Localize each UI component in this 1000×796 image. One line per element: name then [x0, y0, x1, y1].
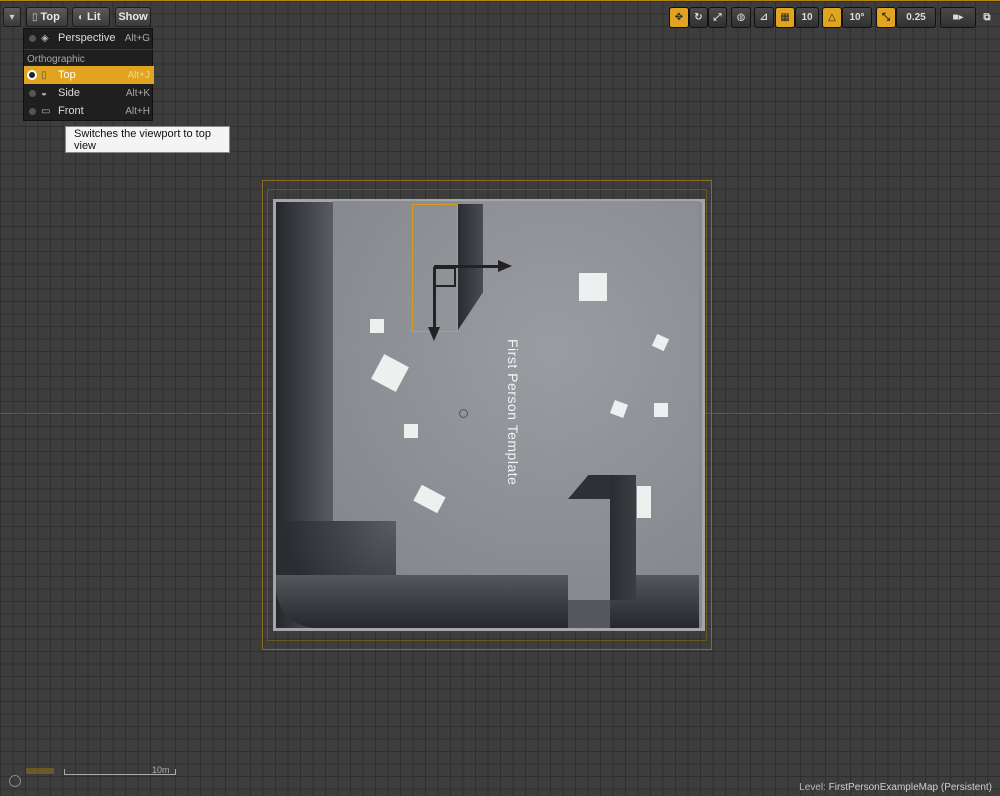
rotate-tool-button[interactable]: ↻ — [689, 7, 708, 28]
gizmo-plane-handle[interactable] — [434, 267, 456, 287]
angle-icon: △ — [828, 12, 836, 23]
menu-item-side[interactable]: ◒ Side Alt+K — [24, 84, 154, 102]
menu-item-top[interactable]: ▯ Top Alt+J — [24, 66, 154, 84]
view-mode-button[interactable]: ▯ Top — [26, 7, 68, 27]
cube-actor[interactable] — [579, 273, 607, 301]
player-start-icon[interactable] — [459, 409, 468, 418]
rotate-icon: ↻ — [694, 12, 703, 23]
viewport-options-button[interactable]: ▾ — [3, 7, 21, 27]
move-icon: ✥ — [674, 12, 684, 23]
scale-bar-label: 10m — [152, 765, 170, 775]
scale-tool-button[interactable]: ⤢ — [708, 7, 727, 28]
rotation-snap-value[interactable]: 10° — [842, 7, 872, 28]
lighting-mode-button[interactable]: ◐ Lit — [72, 7, 110, 27]
menu-item-front[interactable]: ▭ Front Alt+H — [24, 102, 154, 120]
radio-icon — [29, 34, 36, 42]
editor-viewport[interactable]: First Person Template ▾ ▯ Top ◐ Lit Show… — [0, 0, 1000, 796]
scale-snap-icon: ⤡ — [882, 12, 890, 23]
menu-section-header: Orthographic — [27, 54, 85, 65]
gizmo-x-arrow-icon[interactable] — [498, 260, 512, 272]
view-mode-label: Top — [40, 11, 60, 23]
translate-tool-button[interactable]: ✥ — [669, 7, 689, 28]
menu-item-perspective[interactable]: ◈ Perspective Alt+G — [24, 29, 154, 47]
perspective-icon: ◈ — [41, 32, 49, 44]
view-mode-menu: ◈ Perspective Alt+G Orthographic ▯ Top A… — [23, 28, 154, 121]
scale-snap-value[interactable]: 0.25 — [896, 7, 936, 28]
scale-icon: ⤢ — [713, 12, 722, 23]
scale-bar-marker — [26, 768, 54, 774]
chevron-down-icon: ▾ — [9, 11, 15, 23]
cube-actor[interactable] — [370, 319, 384, 333]
cube-actor[interactable] — [654, 403, 668, 417]
grid-snap-toggle[interactable]: ▦ — [775, 7, 795, 28]
grid-icon: ▦ — [780, 12, 790, 23]
show-flags-label: Show — [118, 11, 148, 23]
gizmo-y-axis[interactable] — [433, 267, 436, 329]
camera-speed-button[interactable]: ■▸ — [940, 7, 976, 28]
maximize-icon: ⧉ — [983, 12, 991, 23]
coordinate-system-button[interactable]: ◍ — [731, 7, 751, 28]
level-status-text: Level: FirstPersonExampleMap (Persistent… — [799, 782, 992, 793]
radio-icon — [29, 89, 36, 97]
menu-separator — [24, 49, 154, 50]
wall-bottom[interactable] — [276, 575, 568, 628]
level-name: FirstPersonExampleMap (Persistent) — [828, 782, 992, 793]
ramp-column[interactable] — [610, 475, 636, 600]
gizmo-x-axis[interactable] — [434, 265, 500, 268]
front-view-icon: ▭ — [41, 105, 51, 117]
side-view-icon: ◒ — [41, 87, 48, 99]
radio-selected-icon — [27, 70, 37, 80]
gizmo-y-arrow-icon[interactable] — [428, 327, 440, 341]
camera-icon: ■▸ — [952, 12, 964, 23]
wall-gap — [568, 600, 610, 628]
globe-icon: ◍ — [736, 12, 746, 23]
cube-actor[interactable] — [637, 486, 651, 518]
axis-indicator-icon — [9, 775, 21, 787]
top-view-icon: ▯ — [32, 11, 38, 23]
template-text-label: First Person Template — [505, 339, 521, 486]
cube-actor[interactable] — [404, 424, 418, 438]
scale-snap-toggle[interactable]: ⤡ — [876, 7, 896, 28]
surface-snap-icon: ⊿ — [759, 12, 769, 23]
maximize-viewport-button[interactable]: ⧉ — [980, 7, 994, 28]
scale-bar-tick — [175, 769, 176, 775]
tooltip: Switches the viewport to top view — [65, 126, 230, 153]
top-view-icon: ▯ — [41, 69, 47, 81]
rotation-snap-toggle[interactable]: △ — [822, 7, 842, 28]
lit-sphere-icon: ◐ — [78, 11, 85, 23]
grid-snap-value[interactable]: 10 — [795, 7, 819, 28]
lighting-mode-label: Lit — [87, 11, 101, 23]
show-flags-button[interactable]: Show — [115, 7, 151, 27]
radio-icon — [29, 107, 36, 115]
surface-snapping-button[interactable]: ⊿ — [754, 7, 774, 28]
